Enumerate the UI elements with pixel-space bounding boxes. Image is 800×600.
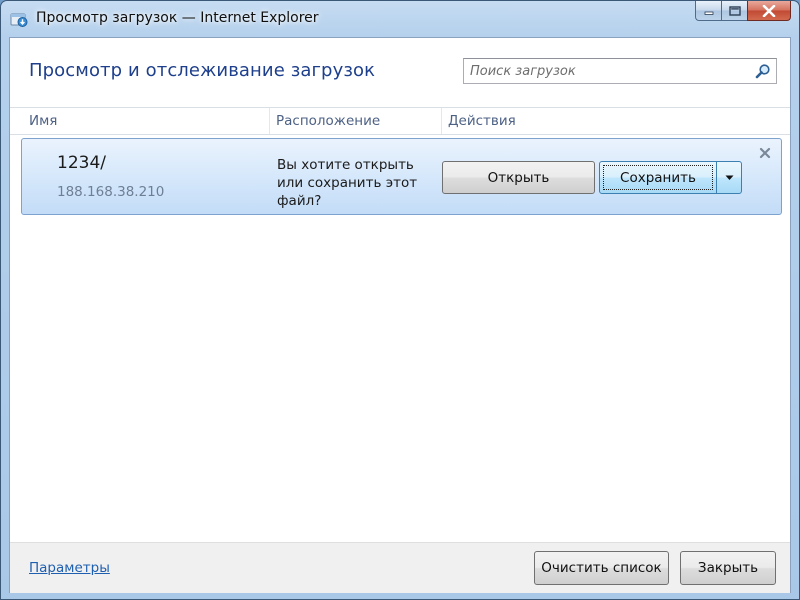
close-icon xyxy=(762,4,776,17)
download-host: 188.168.38.210 xyxy=(57,184,165,200)
chevron-down-icon xyxy=(725,175,733,180)
search-box[interactable] xyxy=(463,58,777,84)
column-name[interactable]: Имя xyxy=(23,108,270,134)
minimize-button[interactable] xyxy=(695,1,721,21)
column-location[interactable]: Расположение xyxy=(270,108,442,134)
clear-list-button[interactable]: Очистить список xyxy=(534,551,669,585)
column-actions[interactable]: Действия xyxy=(442,108,742,134)
search-input[interactable] xyxy=(470,62,750,80)
column-header: Имя Расположение Действия xyxy=(10,107,790,135)
close-window-button[interactable] xyxy=(747,1,791,21)
caption-buttons xyxy=(695,1,791,22)
save-options-dropdown[interactable] xyxy=(716,161,742,194)
download-manager-panel: Просмотр и отслеживание загрузок Имя Рас… xyxy=(9,37,791,593)
page-title: Просмотр и отслеживание загрузок xyxy=(29,60,376,81)
focus-ring xyxy=(603,165,713,190)
title-bar[interactable]: Просмотр загрузок — Internet Explorer xyxy=(1,1,799,37)
download-prompt: Вы хотите открыть или сохранить этот фай… xyxy=(277,157,418,209)
app-window: Просмотр загрузок — Internet Explorer Пр… xyxy=(0,0,800,600)
minimize-icon xyxy=(704,11,713,15)
options-link[interactable]: Параметры xyxy=(29,560,110,576)
maximize-button[interactable] xyxy=(721,1,747,21)
open-button[interactable]: Открыть xyxy=(442,161,595,194)
save-split-button: Сохранить xyxy=(599,161,742,194)
dismiss-icon[interactable] xyxy=(759,147,771,159)
download-file-name: 1234/ xyxy=(57,153,106,173)
window-title: Просмотр загрузок — Internet Explorer xyxy=(36,10,319,26)
search-icon[interactable] xyxy=(755,63,771,79)
save-button[interactable]: Сохранить xyxy=(599,161,717,194)
maximize-icon xyxy=(728,5,741,16)
footer-bar: Параметры Очистить список Закрыть xyxy=(10,542,790,593)
download-item[interactable]: 1234/ 188.168.38.210 Вы хотите открыть и… xyxy=(21,138,782,215)
close-button[interactable]: Закрыть xyxy=(680,551,776,585)
ie-download-icon xyxy=(10,13,28,27)
